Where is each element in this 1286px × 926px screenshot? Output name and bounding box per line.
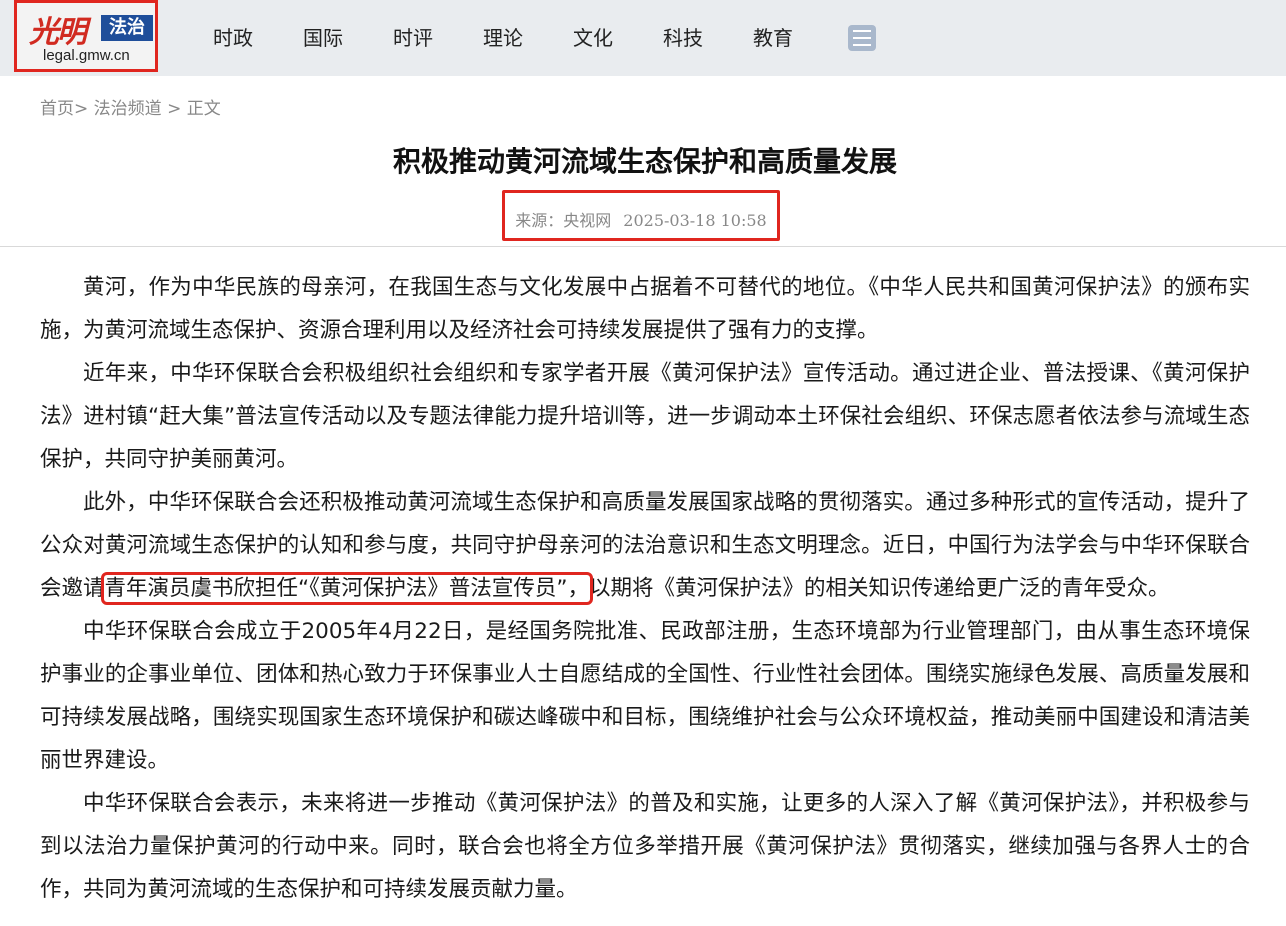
breadcrumb-current: 正文 <box>186 99 221 119</box>
paragraph-3-after: 以期将《黄河保护法》的相关知识传递给更广泛的青年受众。 <box>589 576 1170 601</box>
breadcrumb-home[interactable]: 首页 <box>40 99 74 119</box>
logo-channel-badge: 法治 <box>101 15 153 41</box>
nav-item-commentary[interactable]: 时评 <box>368 22 458 54</box>
article-title: 积极推动黄河流域生态保护和高质量发展 <box>392 145 897 178</box>
nav-item-theory[interactable]: 理论 <box>458 22 548 54</box>
article-meta: 来源：央视网 2025-03-18 10:58 <box>505 207 777 231</box>
paragraph-3: 此外，中华环保联合会还积极推动黄河流域生态保护和高质量发展国家战略的贯彻落实。通… <box>40 481 1250 610</box>
highlighted-ambassador-text: 青年演员虞书欣担任“《黄河保护法》普法宣传员”， <box>100 572 594 605</box>
article-meta-highlight: 来源：央视网 2025-03-18 10:58 <box>502 190 780 241</box>
logo-domain: legal.gmw.cn <box>43 47 130 64</box>
nav-item-culture[interactable]: 文化 <box>548 22 638 54</box>
paragraph-5: 中华环保联合会表示，未来将进一步推动《黄河保护法》的普及和实施，让更多的人深入了… <box>40 791 1250 902</box>
breadcrumb-separator: > <box>74 99 89 119</box>
nav-item-international[interactable]: 国际 <box>278 22 368 54</box>
top-navigation-bar: 光明 法治 legal.gmw.cn 时政 国际 时评 理论 文化 科技 教育 <box>0 0 1286 76</box>
article-datetime: 2025-03-18 10:58 <box>623 211 767 230</box>
breadcrumb-channel[interactable]: 法治频道 <box>94 99 162 119</box>
divider <box>0 246 1286 247</box>
paragraph-1: 黄河，作为中华民族的母亲河，在我国生态与文化发展中占据着不可替代的地位。《中华人… <box>40 275 1250 343</box>
paragraph-2: 近年来，中华环保联合会积极组织社会组织和专家学者开展《黄河保护法》宣传活动。通过… <box>40 361 1250 472</box>
article-source: 来源：央视网 <box>515 211 612 230</box>
nav-item-technology[interactable]: 科技 <box>638 22 728 54</box>
article-body: 黄河，作为中华民族的母亲河，在我国生态与文化发展中占据着不可替代的地位。《中华人… <box>40 266 1250 911</box>
breadcrumb: 首页> 法治频道 > 正文 <box>40 94 221 119</box>
menu-list-icon[interactable] <box>848 25 876 51</box>
logo-script-text: 光明 <box>29 15 87 50</box>
nav-item-education[interactable]: 教育 <box>728 22 818 54</box>
site-logo[interactable]: 光明 法治 legal.gmw.cn <box>14 0 158 72</box>
main-nav: 时政 国际 时评 理论 文化 科技 教育 <box>188 22 818 54</box>
breadcrumb-separator: > <box>167 99 182 119</box>
nav-item-politics[interactable]: 时政 <box>188 22 278 54</box>
paragraph-4: 中华环保联合会成立于2005年4月22日，是经国务院批准、民政部注册，生态环境部… <box>40 619 1250 773</box>
